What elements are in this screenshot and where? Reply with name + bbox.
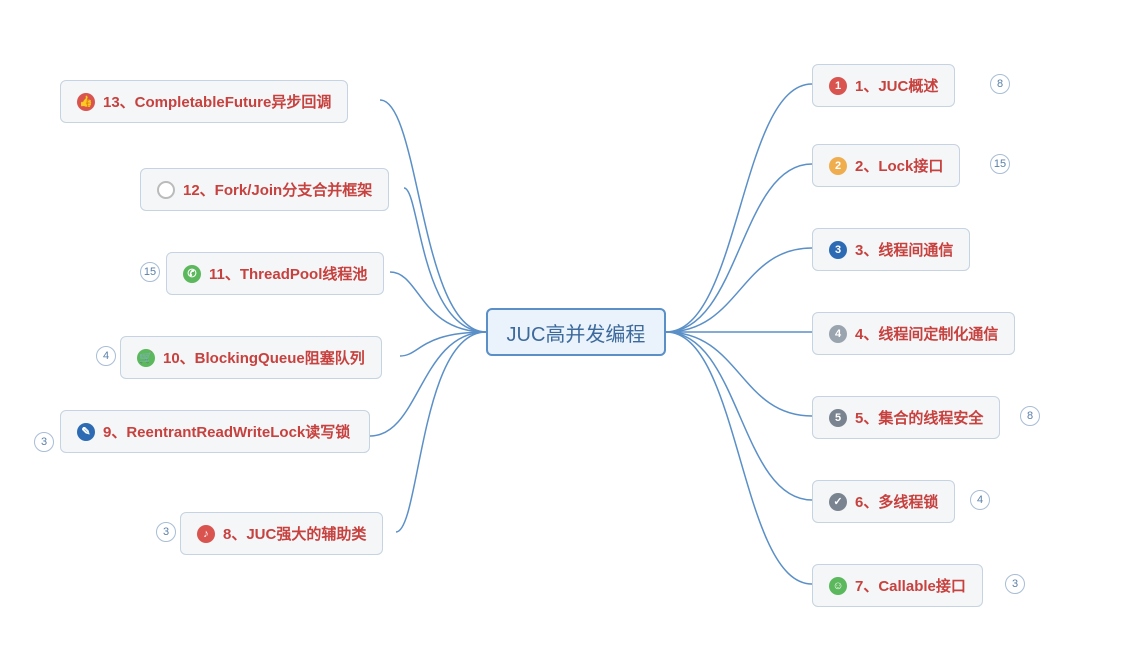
node-forkjoin[interactable]: 12、Fork/Join分支合并框架 bbox=[140, 168, 389, 211]
child-count: 4 bbox=[96, 346, 116, 366]
child-count: 3 bbox=[34, 432, 54, 452]
node-multithread-lock[interactable]: ✓ 6、多线程锁 bbox=[812, 480, 955, 523]
child-count: 15 bbox=[990, 154, 1010, 174]
node-label: 2、Lock接口 bbox=[855, 155, 943, 176]
number-icon: 4 bbox=[829, 325, 847, 343]
node-label: 13、CompletableFuture异步回调 bbox=[103, 91, 331, 112]
circle-icon bbox=[157, 181, 175, 199]
node-label: 7、Callable接口 bbox=[855, 575, 966, 596]
node-label: 5、集合的线程安全 bbox=[855, 407, 983, 428]
node-threadpool[interactable]: ✆ 11、ThreadPool线程池 bbox=[166, 252, 384, 295]
center-title: JUC高并发编程 bbox=[507, 318, 646, 347]
child-count: 15 bbox=[140, 262, 160, 282]
check-icon: ✓ bbox=[829, 493, 847, 511]
user-icon: ☺ bbox=[829, 577, 847, 595]
number-icon: 1 bbox=[829, 77, 847, 95]
child-count: 8 bbox=[990, 74, 1010, 94]
node-label: 12、Fork/Join分支合并框架 bbox=[183, 179, 372, 200]
child-count: 3 bbox=[156, 522, 176, 542]
node-completablefuture[interactable]: 👍 13、CompletableFuture异步回调 bbox=[60, 80, 348, 123]
node-thread-comm[interactable]: 3 3、线程间通信 bbox=[812, 228, 970, 271]
node-collection-safe[interactable]: 5 5、集合的线程安全 bbox=[812, 396, 1000, 439]
node-label: 4、线程间定制化通信 bbox=[855, 323, 998, 344]
music-icon: ♪ bbox=[197, 525, 215, 543]
node-label: 6、多线程锁 bbox=[855, 491, 938, 512]
edit-icon: ✎ bbox=[77, 423, 95, 441]
node-blockingqueue[interactable]: 🛒 10、BlockingQueue阻塞队列 bbox=[120, 336, 382, 379]
node-label: 8、JUC强大的辅助类 bbox=[223, 523, 366, 544]
center-node[interactable]: JUC高并发编程 bbox=[486, 308, 666, 356]
number-icon: 5 bbox=[829, 409, 847, 427]
number-icon: 3 bbox=[829, 241, 847, 259]
node-juc-overview[interactable]: 1 1、JUC概述 bbox=[812, 64, 955, 107]
number-icon: 2 bbox=[829, 157, 847, 175]
thumb-icon: 👍 bbox=[77, 93, 95, 111]
node-custom-comm[interactable]: 4 4、线程间定制化通信 bbox=[812, 312, 1015, 355]
phone-icon: ✆ bbox=[183, 265, 201, 283]
cart-icon: 🛒 bbox=[137, 349, 155, 367]
node-callable[interactable]: ☺ 7、Callable接口 bbox=[812, 564, 983, 607]
node-juc-helpers[interactable]: ♪ 8、JUC强大的辅助类 bbox=[180, 512, 383, 555]
child-count: 3 bbox=[1005, 574, 1025, 594]
node-label: 11、ThreadPool线程池 bbox=[209, 263, 367, 284]
child-count: 8 bbox=[1020, 406, 1040, 426]
node-label: 1、JUC概述 bbox=[855, 75, 938, 96]
node-label: 10、BlockingQueue阻塞队列 bbox=[163, 347, 365, 368]
node-readwritelock[interactable]: ✎ 9、ReentrantReadWriteLock读写锁 bbox=[60, 410, 370, 453]
node-lock-interface[interactable]: 2 2、Lock接口 bbox=[812, 144, 960, 187]
node-label: 9、ReentrantReadWriteLock读写锁 bbox=[103, 421, 350, 442]
child-count: 4 bbox=[970, 490, 990, 510]
node-label: 3、线程间通信 bbox=[855, 239, 953, 260]
